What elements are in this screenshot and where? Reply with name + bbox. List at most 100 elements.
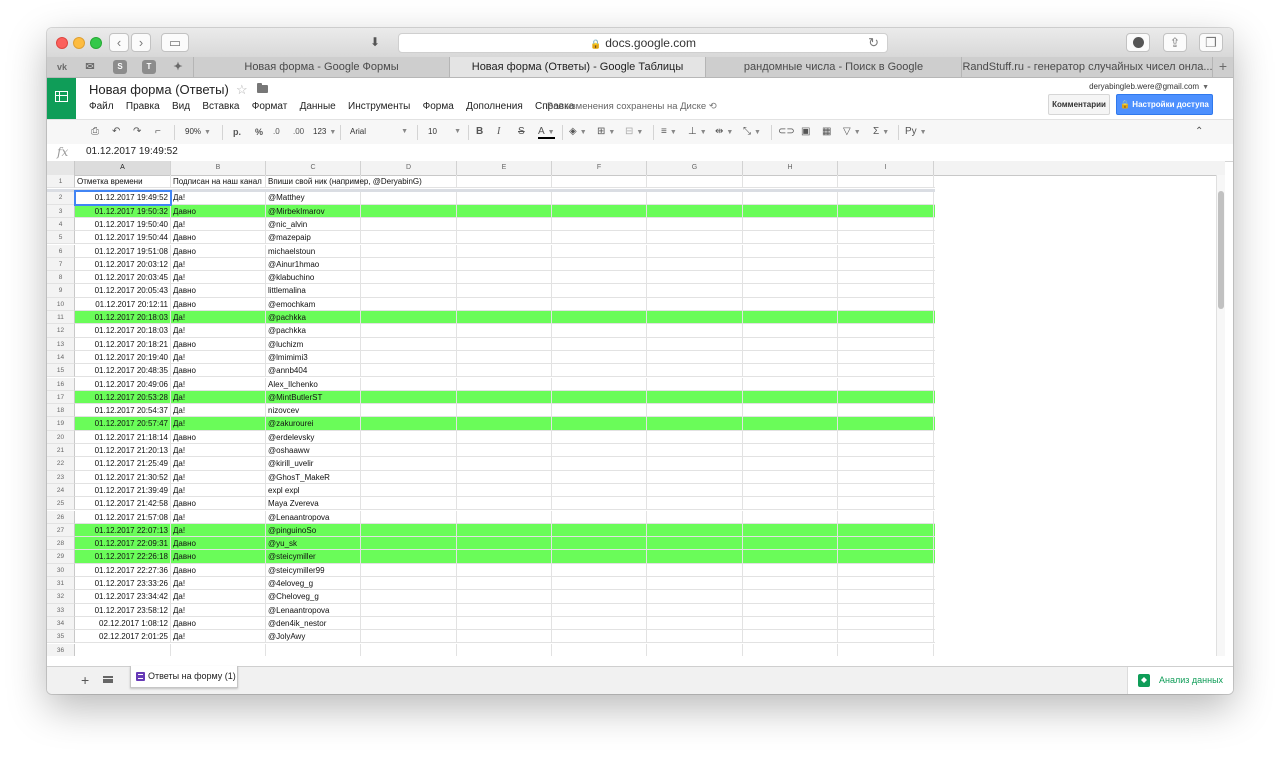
- empty-cell[interactable]: [457, 377, 552, 390]
- select-all-corner[interactable]: [47, 161, 75, 175]
- empty-cell[interactable]: [743, 430, 838, 443]
- header-cell[interactable]: Впиши свой ник (например, @DeryabinG): [266, 175, 422, 188]
- row-number[interactable]: 9: [47, 284, 75, 298]
- bold-button[interactable]: B: [476, 125, 483, 139]
- empty-cell[interactable]: [743, 350, 838, 364]
- empty-cell[interactable]: [838, 337, 934, 350]
- row-number[interactable]: 12: [47, 324, 75, 338]
- empty-cell[interactable]: [647, 497, 743, 510]
- subscribed-cell[interactable]: Давно: [171, 497, 266, 510]
- timestamp-cell[interactable]: 01.12.2017 20:57:47: [75, 417, 171, 430]
- empty-cell[interactable]: [457, 404, 552, 417]
- empty-cell[interactable]: [457, 470, 552, 483]
- nickname-cell[interactable]: @zakurourei: [266, 417, 361, 430]
- nickname-cell[interactable]: @den4ik_nestor: [266, 616, 361, 630]
- empty-cell[interactable]: [743, 257, 838, 271]
- print-icon[interactable]: ⎙: [91, 125, 99, 139]
- timestamp-cell[interactable]: 01.12.2017 20:03:12: [75, 257, 171, 271]
- empty-cell[interactable]: [647, 244, 743, 257]
- empty-cell[interactable]: [647, 563, 743, 576]
- subscribed-cell[interactable]: Да!: [171, 271, 266, 284]
- empty-cell[interactable]: [743, 377, 838, 390]
- nickname-cell[interactable]: @lmimimi3: [266, 350, 361, 364]
- empty-cell[interactable]: [838, 497, 934, 510]
- empty-cell[interactable]: [457, 364, 552, 377]
- nickname-cell[interactable]: @steicymiller99: [266, 563, 361, 576]
- empty-cell[interactable]: [457, 510, 552, 523]
- row-number[interactable]: 29: [47, 550, 75, 564]
- timestamp-cell[interactable]: 01.12.2017 20:53:28: [75, 390, 171, 404]
- empty-cell[interactable]: [457, 284, 552, 297]
- nickname-cell[interactable]: @JolyAwy: [266, 630, 361, 643]
- subscribed-cell[interactable]: Да!: [171, 444, 266, 457]
- empty-cell[interactable]: [838, 404, 934, 417]
- empty-cell[interactable]: [457, 217, 552, 231]
- strikethrough-button[interactable]: S: [518, 125, 525, 139]
- empty-cell[interactable]: [838, 563, 934, 576]
- empty-cell[interactable]: [743, 563, 838, 576]
- row-number[interactable]: 25: [47, 497, 75, 511]
- text-wrap-icon[interactable]: ⇹ ▼: [715, 125, 733, 139]
- timestamp-cell[interactable]: 01.12.2017 21:25:49: [75, 457, 171, 470]
- empty-cell[interactable]: [838, 616, 934, 630]
- empty-cell[interactable]: [838, 643, 934, 656]
- subscribed-cell[interactable]: [171, 643, 266, 656]
- empty-cell[interactable]: [361, 350, 457, 364]
- all-sheets-icon[interactable]: [103, 676, 113, 683]
- empty-cell[interactable]: [457, 390, 552, 404]
- column-header-f[interactable]: F: [552, 161, 647, 175]
- nickname-cell[interactable]: @MirbekImarov: [266, 204, 361, 217]
- twitter-icon[interactable]: ✦: [171, 60, 185, 74]
- empty-cell[interactable]: [457, 457, 552, 470]
- header-cell[interactable]: Отметка времени: [75, 175, 171, 188]
- timestamp-cell[interactable]: 02.12.2017 2:01:25: [75, 630, 171, 643]
- menu-addons[interactable]: Дополнения: [466, 101, 523, 112]
- empty-cell[interactable]: [552, 257, 647, 271]
- empty-cell[interactable]: [361, 577, 457, 590]
- nickname-cell[interactable]: @nic_alvin: [266, 217, 361, 231]
- nickname-cell[interactable]: nizovcev: [266, 404, 361, 417]
- empty-cell[interactable]: [647, 523, 743, 537]
- menu-view[interactable]: Вид: [172, 101, 190, 112]
- timestamp-cell[interactable]: 01.12.2017 22:26:18: [75, 550, 171, 563]
- column-header-g[interactable]: G: [647, 161, 743, 175]
- empty-cell[interactable]: [838, 430, 934, 443]
- nickname-cell[interactable]: @luchizm: [266, 337, 361, 350]
- subscribed-cell[interactable]: Да!: [171, 417, 266, 430]
- empty-cell[interactable]: [647, 257, 743, 271]
- empty-cell[interactable]: [743, 324, 838, 337]
- empty-cell[interactable]: [552, 377, 647, 390]
- empty-cell[interactable]: [552, 217, 647, 231]
- nickname-cell[interactable]: @annb404: [266, 364, 361, 377]
- column-header-d[interactable]: D: [361, 161, 457, 175]
- row-number[interactable]: 30: [47, 563, 75, 577]
- empty-cell[interactable]: [552, 577, 647, 590]
- subscribed-cell[interactable]: Да!: [171, 257, 266, 271]
- menu-tools[interactable]: Инструменты: [348, 101, 410, 112]
- empty-cell[interactable]: [361, 483, 457, 497]
- nickname-cell[interactable]: [266, 643, 361, 656]
- empty-cell[interactable]: [743, 470, 838, 483]
- insert-comment-icon[interactable]: ▣: [801, 125, 810, 139]
- subscribed-cell[interactable]: Да!: [171, 577, 266, 590]
- nickname-cell[interactable]: @Lenaantropova: [266, 510, 361, 523]
- empty-cell[interactable]: [647, 337, 743, 350]
- nickname-cell[interactable]: @Cheloveg_g: [266, 590, 361, 603]
- empty-cell[interactable]: [361, 404, 457, 417]
- row-number[interactable]: 28: [47, 537, 75, 551]
- empty-cell[interactable]: [647, 404, 743, 417]
- vertical-scrollbar[interactable]: [1216, 175, 1225, 656]
- header-cell[interactable]: [361, 175, 457, 188]
- empty-cell[interactable]: [647, 630, 743, 643]
- empty-cell[interactable]: [457, 204, 552, 217]
- font-select[interactable]: Arial ▼: [350, 125, 408, 139]
- empty-cell[interactable]: [552, 483, 647, 497]
- subscribed-cell[interactable]: Да!: [171, 377, 266, 390]
- empty-cell[interactable]: [743, 603, 838, 616]
- subscribed-cell[interactable]: Да!: [171, 590, 266, 603]
- empty-cell[interactable]: [457, 550, 552, 563]
- empty-cell[interactable]: [647, 324, 743, 337]
- row-number[interactable]: 11: [47, 311, 75, 325]
- empty-cell[interactable]: [743, 191, 838, 204]
- empty-cell[interactable]: [552, 404, 647, 417]
